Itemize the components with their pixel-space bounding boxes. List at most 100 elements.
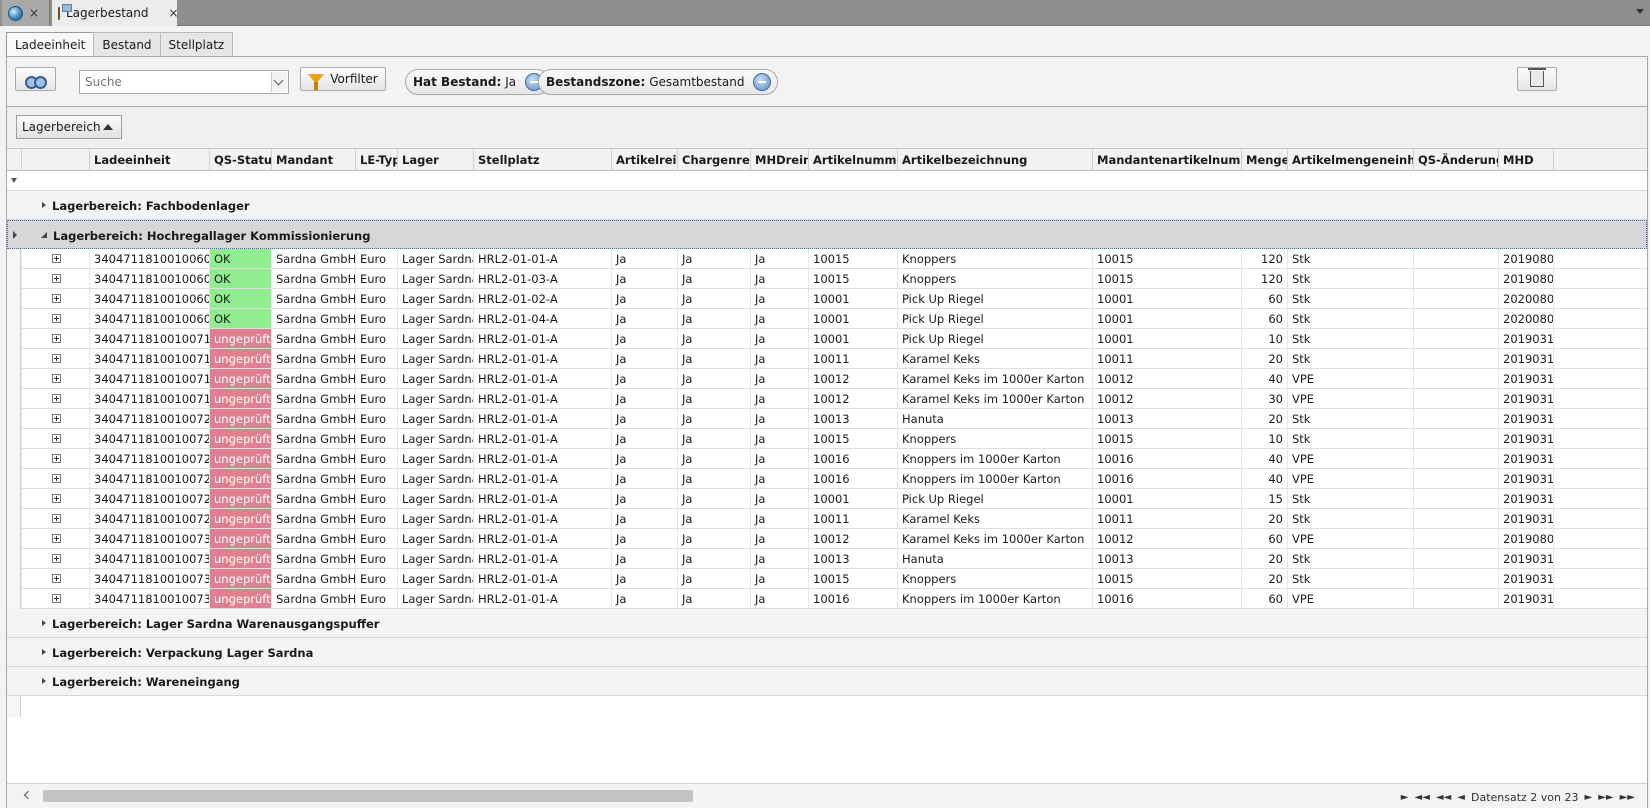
- prev-record-icon[interactable]: ◄: [1457, 792, 1465, 803]
- table-row[interactable]: 340471181001006077OKSardna GmbHEuroLager…: [7, 269, 1647, 289]
- column-header[interactable]: Lager: [398, 149, 474, 171]
- table-cell: HRL2-01-01-A: [474, 449, 612, 468]
- expand-triangle-icon[interactable]: [42, 649, 46, 655]
- filter-icon[interactable]: [11, 178, 17, 183]
- expand-plus-icon[interactable]: [52, 554, 61, 563]
- expand-triangle-icon[interactable]: [42, 678, 46, 684]
- table-row[interactable]: 340471181001007319ungeprüftSardna GmbHEu…: [7, 549, 1647, 569]
- remove-filter-icon[interactable]: [753, 73, 772, 91]
- search-input[interactable]: [80, 71, 265, 93]
- table-cell: 40: [1242, 369, 1288, 388]
- table-row[interactable]: 340471181001007210ungeprüftSardna GmbHEu…: [7, 429, 1647, 449]
- expand-plus-icon[interactable]: [52, 514, 61, 523]
- group-by-chip[interactable]: Lagerbereich: [16, 115, 122, 139]
- group-row[interactable]: Lagerbereich: Verpackung Lager Sardna: [7, 638, 1647, 667]
- tab-bestand[interactable]: Bestand: [93, 32, 161, 56]
- column-header[interactable]: Mandant: [272, 149, 356, 171]
- table-row[interactable]: 340471181001007296ungeprüftSardna GmbHEu…: [7, 509, 1647, 529]
- doc-tab-home[interactable]: ×: [2, 0, 50, 26]
- table-row[interactable]: 340471181001007234ungeprüftSardna GmbHEu…: [7, 449, 1647, 469]
- expand-plus-icon[interactable]: [52, 314, 61, 323]
- collapse-triangle-icon[interactable]: [41, 232, 47, 238]
- prefilter-button[interactable]: Vorfilter: [300, 67, 386, 91]
- tab-stellplatz[interactable]: Stellplatz: [159, 32, 234, 56]
- expand-plus-icon[interactable]: [52, 254, 61, 263]
- expand-plus-icon[interactable]: [52, 374, 61, 383]
- expand-plus-icon[interactable]: [52, 594, 61, 603]
- clear-filter-button[interactable]: [1517, 67, 1557, 91]
- horizontal-scrollbar[interactable]: [21, 788, 1321, 804]
- expand-triangle-icon[interactable]: [42, 202, 46, 208]
- next-page-icon[interactable]: ►►: [1598, 792, 1613, 803]
- prev-page-icon[interactable]: ◄◄: [1436, 792, 1451, 803]
- expand-plus-icon[interactable]: [52, 274, 61, 283]
- last-record-icon[interactable]: ►►: [1620, 792, 1635, 803]
- table-row[interactable]: 340471181001007180ungeprüftSardna GmbHEu…: [7, 369, 1647, 389]
- column-header[interactable]: MHD: [1499, 149, 1554, 171]
- table-row[interactable]: 340471181001007302ungeprüftSardna GmbHEu…: [7, 529, 1647, 549]
- next-record-icon[interactable]: ►: [1585, 792, 1593, 803]
- tab-ladeeinheit[interactable]: Ladeeinheit: [6, 32, 95, 57]
- table-row[interactable]: 340471181001007333ungeprüftSardna GmbHEu…: [7, 589, 1647, 609]
- group-row[interactable]: Lagerbereich: Wareneingang: [7, 667, 1647, 696]
- table-cell: Ja: [612, 369, 678, 388]
- table-row[interactable]: 340471181001007166ungeprüftSardna GmbHEu…: [7, 329, 1647, 349]
- table-row[interactable]: 340471181001006084OKSardna GmbHEuroLager…: [7, 289, 1647, 309]
- expand-plus-icon[interactable]: [52, 334, 61, 343]
- expand-plus-icon[interactable]: [52, 574, 61, 583]
- column-header[interactable]: Artikelrein: [612, 149, 678, 171]
- column-header[interactable]: Chargenrein: [678, 149, 751, 171]
- table-cell: Lager Sardna: [398, 549, 474, 568]
- doc-tab-lagerbestand[interactable]: Lagerbestand ×: [52, 0, 179, 26]
- group-row[interactable]: Lagerbereich: Lager Sardna Warenausgangs…: [7, 609, 1647, 638]
- search-combobox[interactable]: [79, 70, 289, 94]
- column-header[interactable]: Artikelmengeneinheit: [1288, 149, 1414, 171]
- chevron-down-icon[interactable]: [271, 72, 287, 92]
- column-header[interactable]: Stellplatz: [474, 149, 612, 171]
- close-icon[interactable]: ×: [29, 6, 39, 20]
- filter-chip-bestandszone[interactable]: Bestandszone: Gesamtbestand: [538, 69, 779, 95]
- column-header[interactable]: Artikelnummer: [809, 149, 898, 171]
- table-row[interactable]: 340471181001007173ungeprüftSardna GmbHEu…: [7, 349, 1647, 369]
- scrollbar-thumb[interactable]: [43, 790, 693, 802]
- close-icon[interactable]: ×: [169, 6, 179, 20]
- expand-plus-icon[interactable]: [52, 494, 61, 503]
- chevron-right-icon[interactable]: ►: [1401, 792, 1409, 803]
- table-row[interactable]: 340471181001007289ungeprüftSardna GmbHEu…: [7, 489, 1647, 509]
- tab-list-dropdown-icon[interactable]: [1636, 9, 1644, 14]
- table-row[interactable]: 340471181001006060OKSardna GmbHEuroLager…: [7, 249, 1647, 269]
- group-row[interactable]: Lagerbereich: Hochregallager Kommissioni…: [7, 220, 1647, 249]
- table-row[interactable]: 340471181001007197ungeprüftSardna GmbHEu…: [7, 389, 1647, 409]
- table-row[interactable]: 340471181001006091OKSardna GmbHEuroLager…: [7, 309, 1647, 329]
- expand-plus-icon[interactable]: [52, 354, 61, 363]
- table-row[interactable]: 340471181001007203ungeprüftSardna GmbHEu…: [7, 409, 1647, 429]
- expand-plus-icon[interactable]: [52, 414, 61, 423]
- expand-plus-icon[interactable]: [52, 474, 61, 483]
- table-row[interactable]: 340471181001007241ungeprüftSardna GmbHEu…: [7, 469, 1647, 489]
- expand-triangle-icon[interactable]: [42, 620, 46, 626]
- scroll-left-icon[interactable]: [23, 790, 33, 800]
- column-header[interactable]: QS-Änderung: [1414, 149, 1499, 171]
- table-cell: HRL2-01-01-A: [474, 249, 612, 268]
- column-header[interactable]: QS-Status: [210, 149, 272, 171]
- column-header[interactable]: LE-Typ: [356, 149, 398, 171]
- first-record-icon[interactable]: ◄◄: [1415, 792, 1430, 803]
- column-header[interactable]: Menge: [1242, 149, 1288, 171]
- expand-plus-icon[interactable]: [52, 534, 61, 543]
- table-cell: 340471181001007210: [90, 429, 210, 448]
- column-header[interactable]: MHDrein: [751, 149, 809, 171]
- group-panel: Lagerbereich: [7, 107, 1647, 149]
- expand-plus-icon[interactable]: [52, 294, 61, 303]
- auto-filter-row[interactable]: [7, 171, 1647, 191]
- expand-plus-icon[interactable]: [52, 434, 61, 443]
- search-button[interactable]: [15, 67, 56, 91]
- table-cell: 10013: [809, 549, 898, 568]
- column-header[interactable]: Ladeeinheit: [90, 149, 210, 171]
- group-row[interactable]: Lagerbereich: Fachbodenlager: [7, 191, 1647, 220]
- column-header[interactable]: Mandantenartikelnummer: [1093, 149, 1242, 171]
- expand-plus-icon[interactable]: [52, 394, 61, 403]
- filter-chip-hat-bestand[interactable]: Hat Bestand: Ja: [405, 69, 551, 95]
- table-row[interactable]: 340471181001007326ungeprüftSardna GmbHEu…: [7, 569, 1647, 589]
- column-header[interactable]: Artikelbezeichnung: [898, 149, 1093, 171]
- expand-plus-icon[interactable]: [52, 454, 61, 463]
